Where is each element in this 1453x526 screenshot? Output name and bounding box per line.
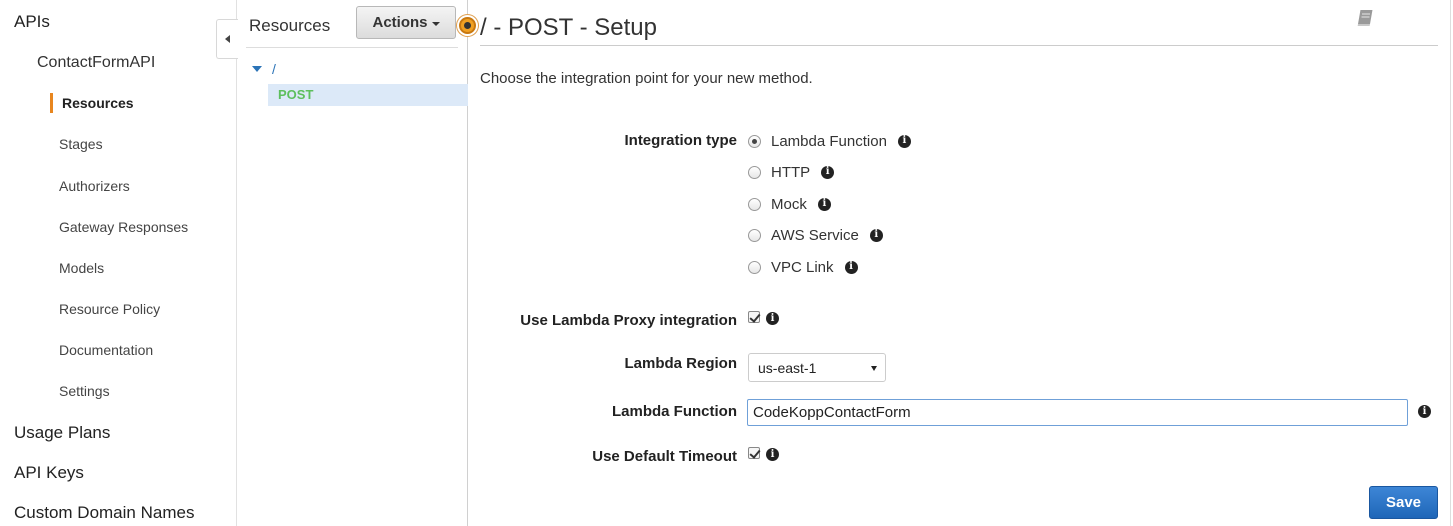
proxy-integration-checkbox[interactable] [748, 311, 760, 323]
info-icon[interactable]: i [817, 197, 831, 211]
nav-apis-link[interactable]: APIs [14, 12, 50, 32]
nav-item-documentation[interactable]: Documentation [59, 342, 153, 358]
radio-lambda-function[interactable] [748, 134, 761, 148]
divider [246, 47, 458, 48]
method-status-marker-icon [459, 17, 476, 34]
radio-label[interactable]: Lambda Function [771, 133, 887, 150]
radio-aws-service[interactable] [748, 228, 761, 242]
info-icon[interactable]: i [766, 312, 779, 325]
nav-custom-domain-names[interactable]: Custom Domain Names [14, 503, 194, 523]
resource-method-post[interactable]: POST [268, 84, 468, 106]
integration-type-label: Integration type [624, 132, 737, 149]
info-icon[interactable]: i [897, 134, 911, 148]
intro-text: Choose the integration point for your ne… [480, 70, 813, 87]
save-button[interactable]: Save [1369, 486, 1438, 519]
actions-button[interactable]: Actions [356, 6, 456, 39]
resource-path-root[interactable]: / [272, 61, 276, 77]
lambda-region-select[interactable]: us-east-1 [748, 353, 886, 382]
caret-down-icon [431, 21, 440, 26]
resources-title: Resources [249, 16, 331, 35]
nav-item-authorizers[interactable]: Authorizers [59, 178, 130, 194]
integration-option-aws-service[interactable]: AWS Service i [748, 225, 883, 245]
radio-label[interactable]: VPC Link [771, 259, 834, 276]
nav-api-name[interactable]: ContactFormAPI [37, 54, 155, 72]
page-title: / - POST - Setup [480, 14, 657, 41]
default-timeout-checkbox[interactable] [748, 447, 760, 459]
radio-label[interactable]: HTTP [771, 164, 810, 181]
info-icon[interactable]: i [821, 165, 835, 179]
integration-option-mock[interactable]: Mock i [748, 194, 831, 214]
nav-item-stages[interactable]: Stages [59, 136, 103, 152]
info-icon[interactable]: i [844, 260, 858, 274]
collapse-nav-button[interactable] [216, 19, 238, 59]
radio-label[interactable]: AWS Service [771, 227, 859, 244]
integration-option-http[interactable]: HTTP i [748, 162, 835, 182]
resource-tree-root[interactable]: / [252, 61, 276, 77]
title-divider [480, 45, 1438, 46]
integration-option-vpc-link[interactable]: VPC Link i [748, 257, 858, 277]
radio-mock[interactable] [748, 197, 761, 211]
nav-item-resource-policy[interactable]: Resource Policy [59, 301, 160, 317]
lambda-function-input[interactable] [747, 399, 1408, 426]
chevron-left-icon [225, 35, 230, 43]
nav-usage-plans[interactable]: Usage Plans [14, 423, 110, 443]
right-border [1450, 0, 1451, 526]
lambda-function-label: Lambda Function [612, 403, 737, 420]
actions-label: Actions [372, 14, 428, 31]
nav-item-gateway-responses[interactable]: Gateway Responses [59, 219, 188, 235]
info-icon[interactable]: i [869, 228, 883, 242]
dropdown-caret-icon [871, 366, 877, 371]
radio-http[interactable] [748, 165, 761, 179]
lambda-region-value: us-east-1 [758, 359, 817, 376]
info-icon[interactable]: i [766, 448, 779, 461]
integration-option-lambda[interactable]: Lambda Function i [748, 131, 911, 151]
resources-panel: Resources Actions / POST [238, 0, 468, 526]
nav-item-settings[interactable]: Settings [59, 383, 110, 399]
default-timeout-label: Use Default Timeout [592, 448, 737, 465]
expand-triangle-icon[interactable] [252, 66, 262, 72]
nav-api-keys[interactable]: API Keys [14, 463, 84, 483]
book-icon[interactable] [1353, 7, 1375, 29]
info-icon[interactable]: i [1418, 405, 1431, 418]
radio-vpc-link[interactable] [748, 260, 761, 274]
left-navigation: APIs ContactFormAPI Resources Stages Aut… [0, 0, 237, 526]
nav-item-models[interactable]: Models [59, 260, 104, 276]
lambda-region-label: Lambda Region [624, 355, 737, 372]
radio-label[interactable]: Mock [771, 196, 807, 213]
nav-item-resources[interactable]: Resources [50, 93, 134, 113]
proxy-integration-label: Use Lambda Proxy integration [520, 312, 737, 329]
